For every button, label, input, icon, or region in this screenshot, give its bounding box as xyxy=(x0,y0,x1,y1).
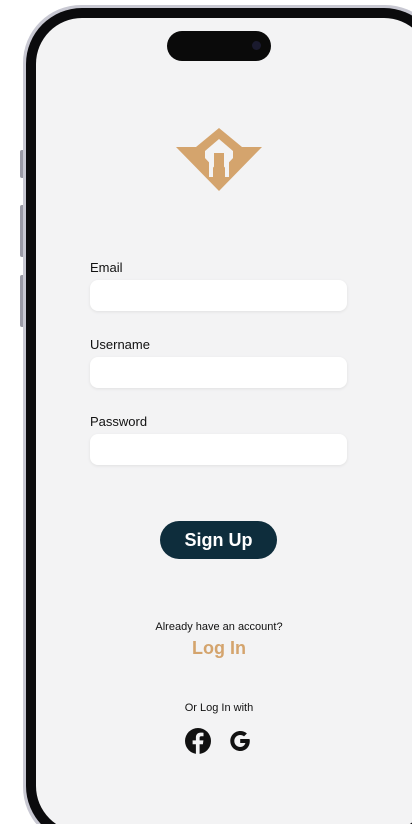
already-have-account-text: Already have an account? xyxy=(155,621,283,633)
front-camera xyxy=(252,41,261,50)
username-label: Username xyxy=(90,337,150,352)
password-input[interactable] xyxy=(90,434,347,465)
email-input[interactable] xyxy=(90,280,347,311)
email-label: Email xyxy=(90,260,123,275)
password-label: Password xyxy=(90,414,148,429)
username-input[interactable] xyxy=(90,357,347,388)
app-screen: Email Username Password Sign Up Already … xyxy=(36,18,412,824)
phone-frame: Email Username Password Sign Up Already … xyxy=(23,5,412,824)
dynamic-island xyxy=(167,31,271,61)
phone-bezel: Email Username Password Sign Up Already … xyxy=(26,8,412,824)
google-icon[interactable] xyxy=(227,728,253,754)
sign-up-button[interactable]: Sign Up xyxy=(160,521,277,559)
house-arrow-logo-icon xyxy=(176,128,262,191)
or-log-in-with-text: Or Log In with xyxy=(184,702,254,714)
facebook-icon[interactable] xyxy=(185,728,211,754)
device-stage: Email Username Password Sign Up Already … xyxy=(0,0,412,824)
log-in-link[interactable]: Log In xyxy=(36,638,402,659)
